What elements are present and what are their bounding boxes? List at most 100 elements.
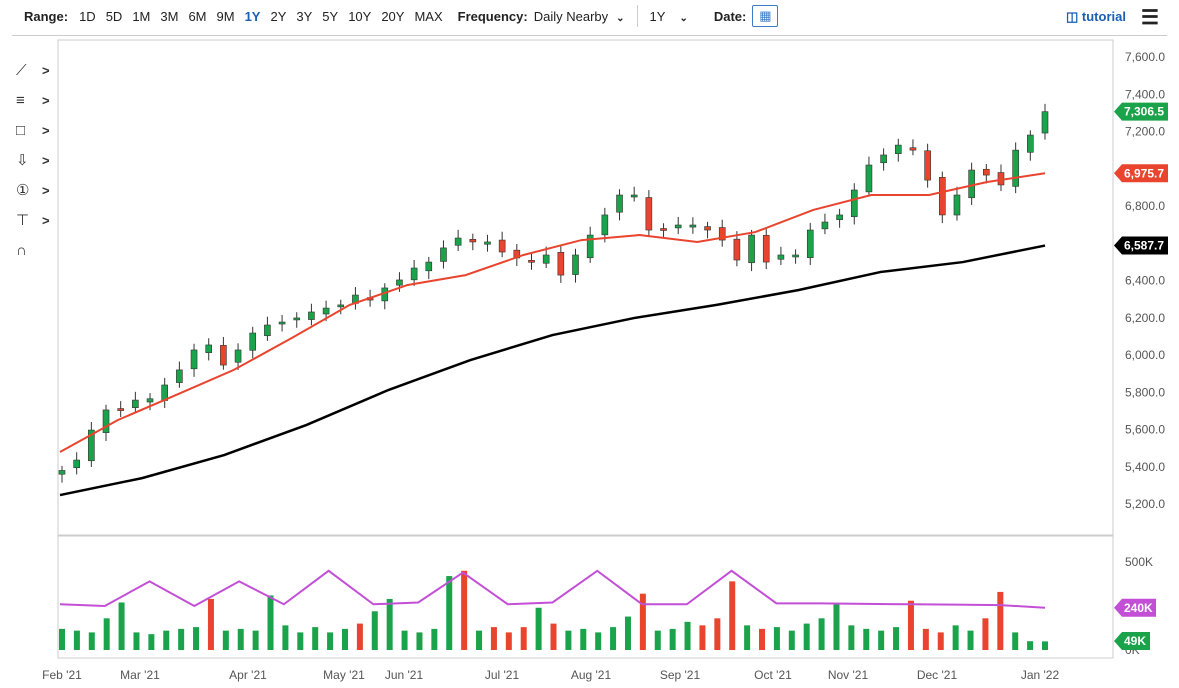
candle bbox=[250, 333, 256, 350]
volume-bar bbox=[491, 627, 497, 650]
volume-bar bbox=[982, 618, 988, 650]
candle bbox=[925, 151, 931, 180]
volume-bar bbox=[610, 627, 616, 650]
candle bbox=[1042, 112, 1048, 133]
volume-bar bbox=[908, 601, 914, 650]
volume-bar bbox=[968, 631, 974, 650]
volume-bar bbox=[565, 631, 571, 650]
volume-bar bbox=[253, 631, 259, 650]
candle bbox=[602, 215, 608, 235]
volume-bar bbox=[297, 632, 303, 650]
price-chart[interactable]: 5,200.05,400.05,600.05,800.06,000.06,200… bbox=[0, 0, 1179, 688]
candle bbox=[206, 345, 212, 353]
volume-bar bbox=[699, 625, 705, 650]
candle bbox=[881, 155, 887, 163]
volume-bar bbox=[595, 632, 601, 650]
volume-bar bbox=[461, 571, 467, 650]
candle bbox=[954, 195, 960, 215]
x-tick-label: Apr '21 bbox=[229, 668, 267, 682]
volume-bar bbox=[357, 624, 363, 650]
y-tick-label: 6,400.0 bbox=[1125, 274, 1165, 288]
candle bbox=[895, 145, 901, 154]
volume-bar bbox=[580, 629, 586, 650]
candle bbox=[983, 169, 989, 175]
price-pane bbox=[58, 40, 1113, 535]
volume-bar bbox=[89, 632, 95, 650]
volume-bar bbox=[59, 629, 65, 650]
volume-bar bbox=[521, 627, 527, 650]
candle bbox=[411, 268, 417, 280]
volume-bar bbox=[282, 625, 288, 650]
candle bbox=[705, 227, 711, 230]
candle bbox=[763, 235, 769, 262]
volume-bar bbox=[119, 602, 125, 650]
volume-bar bbox=[848, 625, 854, 650]
candle bbox=[793, 255, 799, 257]
x-tick-label: May '21 bbox=[323, 668, 365, 682]
y-tick-label: 5,200.0 bbox=[1125, 497, 1165, 511]
candle bbox=[470, 239, 476, 242]
candle bbox=[528, 260, 534, 262]
y-tick-label: 6,200.0 bbox=[1125, 311, 1165, 325]
candle bbox=[279, 322, 285, 324]
candle bbox=[646, 198, 652, 231]
candle bbox=[969, 170, 975, 198]
volume-bar bbox=[506, 632, 512, 650]
candle bbox=[176, 370, 182, 383]
last-price-label: 7,306.5 bbox=[1124, 105, 1164, 119]
volume-bar bbox=[938, 632, 944, 650]
candle bbox=[294, 318, 300, 320]
x-tick-label: Sep '21 bbox=[660, 668, 701, 682]
candle bbox=[851, 190, 857, 217]
y-tick-label: 6,800.0 bbox=[1125, 199, 1165, 213]
volume-bar bbox=[74, 631, 80, 650]
candle bbox=[543, 255, 549, 263]
volume-bar bbox=[148, 634, 154, 650]
x-tick-label: Mar '21 bbox=[120, 668, 160, 682]
y-tick-label: 6,000.0 bbox=[1125, 348, 1165, 362]
volume-bar bbox=[670, 629, 676, 650]
candle bbox=[1027, 135, 1033, 152]
ma50-label: 6,975.7 bbox=[1124, 166, 1164, 180]
volume-bar bbox=[953, 625, 959, 650]
candle bbox=[558, 252, 564, 275]
candle bbox=[910, 148, 916, 150]
y-tick-label: 5,800.0 bbox=[1125, 385, 1165, 399]
candle bbox=[734, 239, 740, 260]
candle bbox=[132, 400, 138, 408]
candle bbox=[573, 255, 579, 275]
volume-tick-label: 500K bbox=[1125, 555, 1153, 569]
candle bbox=[118, 409, 124, 411]
candle bbox=[499, 240, 505, 252]
volume-bar bbox=[342, 629, 348, 650]
candle bbox=[308, 312, 314, 320]
volume-bar bbox=[833, 604, 839, 650]
volume-bar bbox=[372, 611, 378, 650]
volume-bar bbox=[759, 629, 765, 650]
volume-bar bbox=[327, 632, 333, 650]
volume-bar bbox=[625, 617, 631, 650]
volume-bar bbox=[997, 592, 1003, 650]
volume-bar bbox=[878, 631, 884, 650]
x-tick-label: Feb '21 bbox=[42, 668, 82, 682]
volume-bar bbox=[402, 631, 408, 650]
candle bbox=[749, 235, 755, 263]
volume-avg-label: 240K bbox=[1124, 601, 1153, 615]
candle bbox=[426, 262, 432, 271]
volume-bar bbox=[208, 599, 214, 650]
candle bbox=[74, 460, 80, 468]
candle bbox=[59, 470, 65, 474]
candle bbox=[220, 345, 226, 365]
volume-bar bbox=[178, 629, 184, 650]
candle bbox=[484, 242, 490, 244]
volume-bar bbox=[312, 627, 318, 650]
volume-bar bbox=[476, 631, 482, 650]
candle bbox=[631, 195, 637, 197]
ma200-label: 6,587.7 bbox=[1124, 239, 1164, 253]
volume-bar bbox=[446, 576, 452, 650]
volume-bar bbox=[1027, 641, 1033, 650]
y-tick-label: 7,200.0 bbox=[1125, 125, 1165, 139]
volume-bar bbox=[923, 629, 929, 650]
x-tick-label: Oct '21 bbox=[754, 668, 792, 682]
candle bbox=[103, 410, 109, 433]
